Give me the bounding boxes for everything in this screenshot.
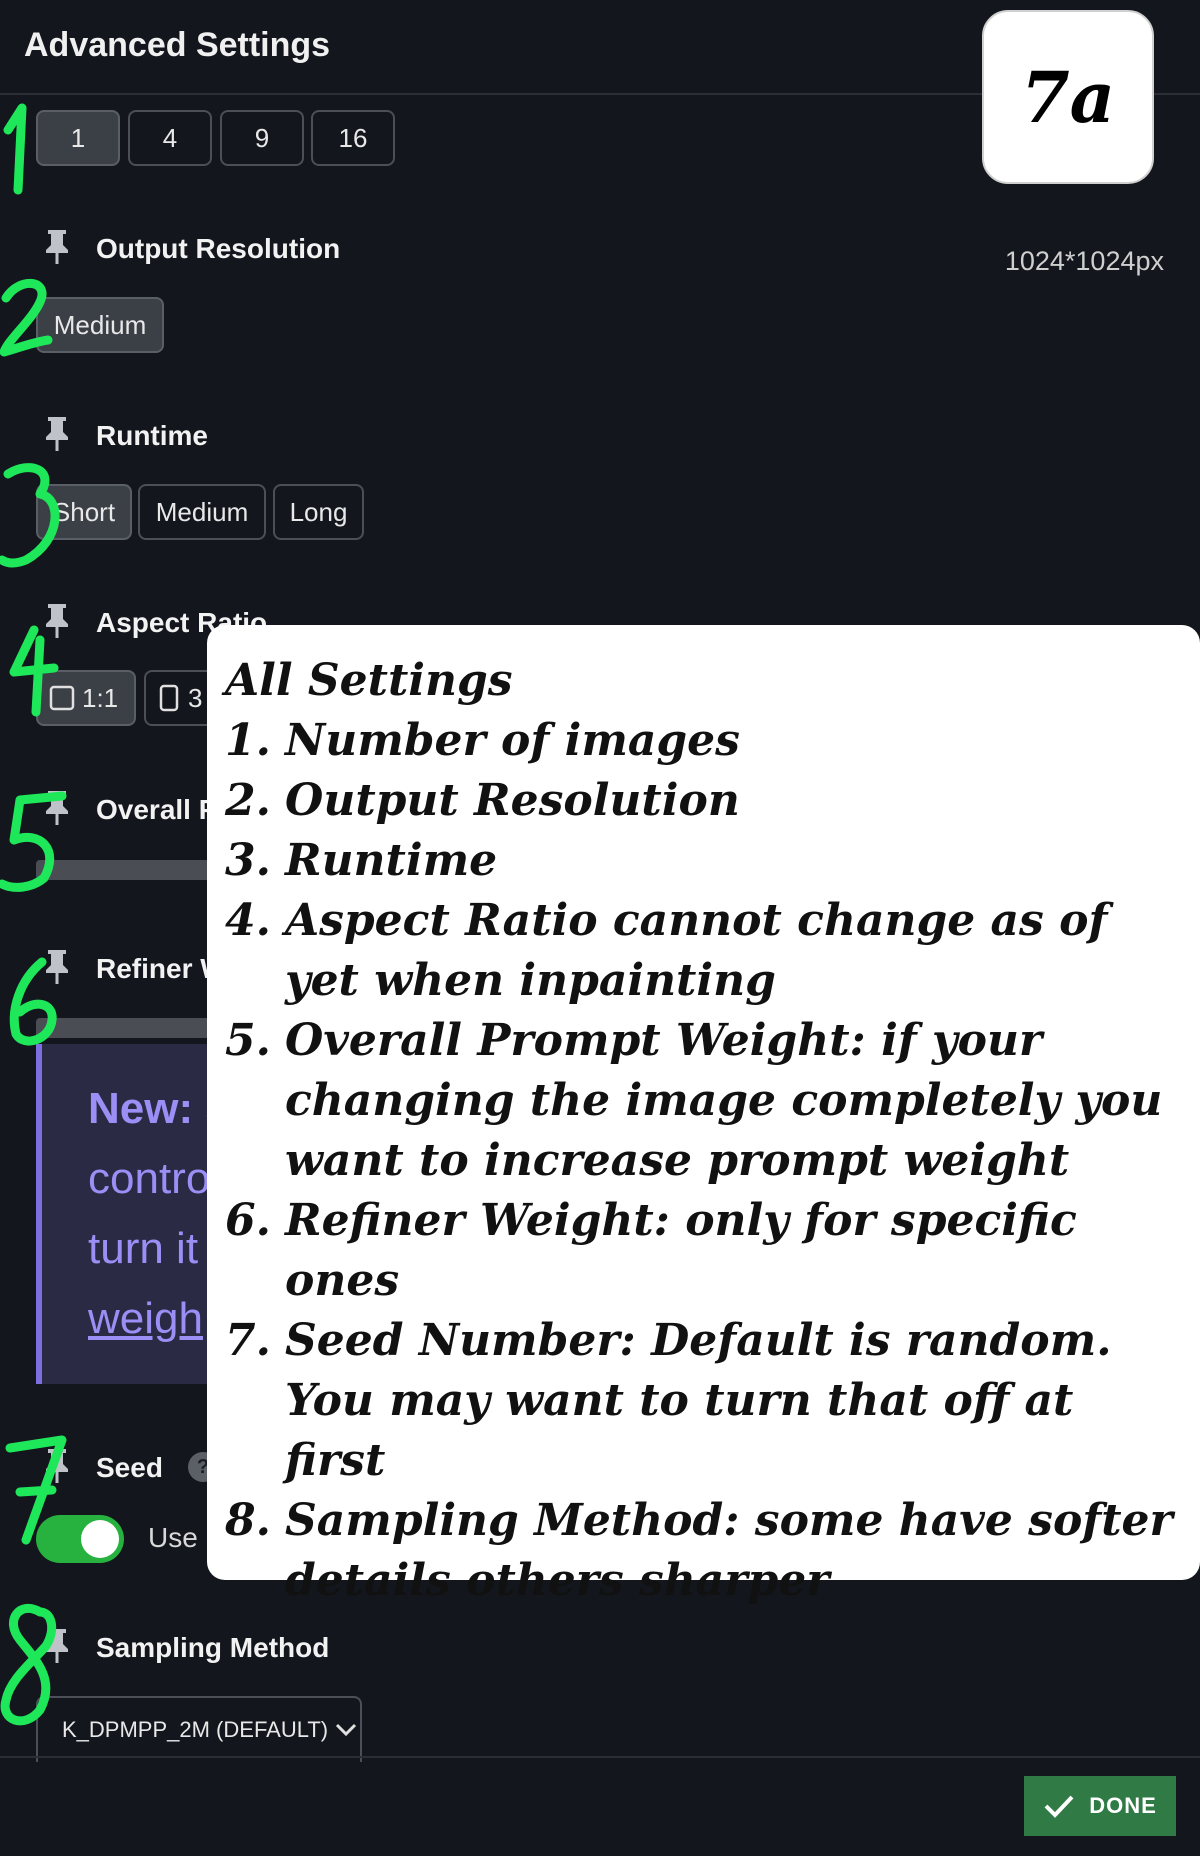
square-icon: [49, 685, 75, 711]
annotation-item: 6. Refiner Weight: only for specific ones: [225, 1191, 1180, 1311]
check-icon: [1044, 1795, 1074, 1818]
info-link[interactable]: weigh: [88, 1294, 203, 1344]
annotation-number: 4.: [225, 895, 271, 946]
image-count-9-button[interactable]: 9: [220, 110, 304, 166]
annotation-item: 2. Output Resolution: [225, 771, 1180, 831]
pin-icon[interactable]: [44, 1447, 70, 1485]
page-title: Advanced Settings: [24, 26, 331, 64]
annotation-item: 8. Sampling Method: some have softer deta…: [225, 1491, 1180, 1611]
annotation-item: 1. Number of images: [225, 711, 1180, 771]
footer-divider: [0, 1756, 1200, 1758]
aspect-1-1-label: 1:1: [82, 682, 119, 713]
aspect-1-1-button[interactable]: 1:1: [36, 670, 136, 726]
sampling-method-select[interactable]: K_DPMPP_2M (DEFAULT): [36, 1696, 362, 1762]
runtime-long-button[interactable]: Long: [273, 484, 364, 540]
annotation-number: 8.: [225, 1495, 271, 1546]
annotation-text: Seed Number: Default is random. You may …: [285, 1315, 1112, 1486]
annotation-text: Output Resolution: [285, 775, 740, 826]
seed-label: Seed: [96, 1452, 163, 1483]
annotation-text: Runtime: [285, 835, 498, 886]
annotation-item: 3. Runtime: [225, 831, 1180, 891]
portrait-icon: [159, 684, 179, 712]
runtime-label: Runtime: [96, 420, 208, 451]
refiner-weight-slider[interactable]: [36, 1018, 236, 1038]
annotation-text: Overall Prompt Weight: if your changing …: [285, 1015, 1163, 1186]
info-text-line: contro: [88, 1154, 211, 1203]
done-button[interactable]: DONE: [1024, 1776, 1176, 1836]
annotation-list: 1. Number of images 2. Output Resolution 3…: [225, 711, 1180, 1611]
runtime-medium-button[interactable]: Medium: [138, 484, 266, 540]
toggle-knob: [81, 1520, 119, 1558]
sampling-method-label: Sampling Method: [96, 1632, 330, 1663]
output-resolution-label: Output Resolution: [96, 233, 341, 264]
seed-random-toggle[interactable]: [36, 1515, 124, 1563]
image-count-4-button[interactable]: 4: [128, 110, 212, 166]
annotation-text: Sampling Method: some have softer detail…: [285, 1495, 1173, 1606]
output-resolution-value: 1024*1024px: [1004, 246, 1164, 276]
image-count-1-button[interactable]: 1: [36, 110, 120, 166]
pin-icon[interactable]: [44, 1627, 70, 1665]
sampling-method-value: K_DPMPP_2M (DEFAULT): [62, 1717, 329, 1742]
info-text-line: turn it: [88, 1224, 199, 1273]
annotation-number: 7.: [225, 1315, 271, 1366]
image-count-16-button[interactable]: 16: [311, 110, 395, 166]
chevron-down-icon: [336, 1723, 357, 1737]
annotation-number: 5.: [225, 1015, 271, 1066]
pin-icon[interactable]: [44, 948, 70, 986]
annotation-item: 5. Overall Prompt Weight: if your changin…: [225, 1011, 1180, 1191]
annotation-card: All Settings 1. Number of images 2. Output…: [207, 625, 1200, 1606]
annotation-number: 1.: [225, 715, 271, 766]
overall-prompt-weight-slider[interactable]: [36, 860, 236, 880]
aspect-portrait-label: 3: [188, 682, 203, 713]
annotation-text: Refiner Weight: only for specific ones: [285, 1195, 1077, 1306]
pin-icon[interactable]: [44, 602, 70, 640]
refiner-info-box: New: S contro turn it weigh: [36, 1044, 236, 1384]
seed-toggle-label: Use: [148, 1522, 198, 1553]
overall-prompt-weight-label: Overall P: [96, 794, 218, 825]
annotation-text: Number of images: [285, 715, 740, 766]
resolution-medium-button[interactable]: Medium: [36, 297, 164, 353]
pin-icon[interactable]: [44, 415, 70, 453]
pin-icon[interactable]: [44, 228, 70, 266]
annotation-number: 6.: [225, 1195, 271, 1246]
step-badge: 7a: [982, 10, 1154, 184]
pin-icon[interactable]: [44, 789, 70, 827]
done-label: DONE: [1089, 1793, 1157, 1818]
annotation-number: 2.: [225, 775, 271, 826]
annotation-number: 3.: [225, 835, 271, 886]
annotation-item: 4. Aspect Ratio cannot change as of yet w…: [225, 891, 1180, 1011]
annotation-text: Aspect Ratio cannot change as of yet whe…: [285, 895, 1108, 1006]
annotation-title: All Settings: [225, 655, 513, 706]
annotation-item: 7. Seed Number: Default is random. You ma…: [225, 1311, 1180, 1491]
runtime-short-button[interactable]: Short: [36, 484, 132, 540]
handwritten-1: [3, 103, 27, 195]
